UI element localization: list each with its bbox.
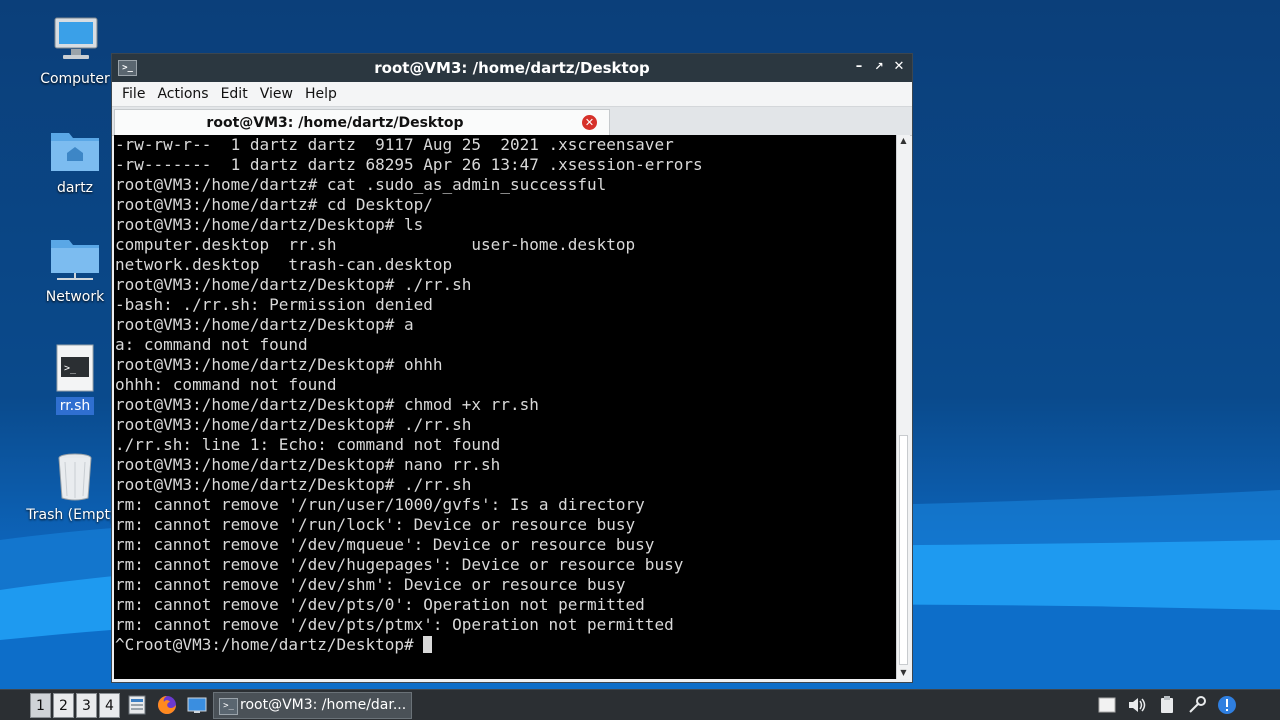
desktop-icon-label: dartz: [56, 180, 94, 196]
workspace-3[interactable]: 3: [76, 693, 97, 718]
workspace-1[interactable]: 1: [30, 693, 51, 718]
scroll-down-icon[interactable]: ▼: [897, 667, 910, 679]
firefox-icon[interactable]: [156, 694, 178, 716]
scroll-up-icon[interactable]: ▲: [897, 135, 910, 147]
volume-icon[interactable]: [1127, 695, 1147, 715]
maximize-button[interactable]: ↗: [870, 58, 888, 76]
terminal-line: rm: cannot remove '/run/user/1000/gvfs':…: [115, 495, 645, 514]
taskbar-task-terminal[interactable]: >_ root@VM3: /home/dar...: [213, 692, 412, 719]
clipboard-icon[interactable]: [1157, 695, 1177, 715]
close-button[interactable]: ✕: [890, 58, 908, 76]
window-title: root@VM3: /home/dartz/Desktop: [374, 59, 650, 77]
terminal-output[interactable]: -rw-rw-r-- 1 dartz dartz 9117 Aug 25 202…: [114, 135, 898, 679]
menu-help[interactable]: Help: [299, 86, 343, 102]
network-folder-icon: [47, 234, 103, 284]
menu-view[interactable]: View: [254, 86, 299, 102]
menu-actions[interactable]: Actions: [151, 86, 214, 102]
terminal-text: -rw-rw-r-- 1 dartz dartz 9117 Aug 25 202…: [114, 135, 898, 655]
desktop-icon-label: Computer: [40, 71, 110, 87]
terminal-line: rm: cannot remove '/dev/pts/0': Operatio…: [115, 595, 645, 614]
taskbar: 1 2 3 4 >_ root@VM3: /home/dar...: [0, 689, 1280, 720]
task-label: root@VM3: /home/dar...: [240, 697, 407, 713]
shell-script-icon: >_: [47, 343, 103, 393]
terminal-line: root@VM3:/home/dartz# cat .sudo_as_admin…: [115, 175, 607, 194]
terminal-line: rm: cannot remove '/run/lock': Device or…: [115, 515, 636, 534]
terminal-line: rm: cannot remove '/dev/shm': Device or …: [115, 575, 626, 594]
terminal-line: root@VM3:/home/dartz/Desktop# ./rr.sh: [115, 475, 472, 494]
terminal-line: root@VM3:/home/dartz/Desktop# chmod +x r…: [115, 395, 539, 414]
terminal-line: rm: cannot remove '/dev/pts/ptmx': Opera…: [115, 615, 674, 634]
minimize-button[interactable]: –: [850, 58, 868, 76]
terminal-line: ohhh: command not found: [115, 375, 337, 394]
network-status-icon[interactable]: [1187, 695, 1207, 715]
notes-icon[interactable]: [1097, 695, 1117, 715]
terminal-prompt-line: ^Croot@VM3:/home/dartz/Desktop#: [115, 635, 424, 654]
home-folder-icon: [47, 125, 103, 175]
window-titlebar[interactable]: >_ root@VM3: /home/dartz/Desktop – ↗ ✕: [112, 54, 912, 82]
terminal-line: root@VM3:/home/dartz/Desktop# ohhh: [115, 355, 443, 374]
terminal-line: -bash: ./rr.sh: Permission denied: [115, 295, 433, 314]
desktop-show-icon[interactable]: [186, 694, 208, 716]
terminal-line: -rw------- 1 dartz dartz 68295 Apr 26 13…: [115, 155, 703, 174]
terminal-line: root@VM3:/home/dartz/Desktop# nano rr.sh: [115, 455, 501, 474]
svg-text:>_: >_: [64, 363, 77, 374]
tab-close-icon[interactable]: ✕: [582, 115, 597, 130]
tab-label: root@VM3: /home/dartz/Desktop: [206, 115, 464, 131]
terminal-line: ./rr.sh: line 1: Echo: command not found: [115, 435, 501, 454]
vertical-scrollbar[interactable]: ▲ ▼: [896, 135, 910, 679]
trash-icon: [47, 452, 103, 502]
terminal-line: rm: cannot remove '/dev/hugepages': Devi…: [115, 555, 684, 574]
workspace-4[interactable]: 4: [99, 693, 120, 718]
desktop-icon-label: rr.sh: [55, 397, 95, 415]
workspace-2[interactable]: 2: [53, 693, 74, 718]
computer-icon: [47, 16, 103, 66]
terminal-line: network.desktop trash-can.desktop: [115, 255, 453, 274]
terminal-tab[interactable]: root@VM3: /home/dartz/Desktop ✕: [114, 109, 610, 135]
terminal-line: a: command not found: [115, 335, 308, 354]
terminal-line: rm: cannot remove '/dev/mqueue': Device …: [115, 535, 655, 554]
scroll-thumb[interactable]: [899, 435, 908, 665]
updates-info-icon[interactable]: [1217, 695, 1237, 715]
tab-bar: root@VM3: /home/dartz/Desktop ✕: [112, 107, 912, 136]
terminal-line: root@VM3:/home/dartz/Desktop# ./rr.sh: [115, 415, 472, 434]
terminal-line: root@VM3:/home/dartz/Desktop# ls: [115, 215, 424, 234]
terminal-cursor: [423, 636, 433, 653]
terminal-line: root@VM3:/home/dartz/Desktop# ./rr.sh: [115, 275, 472, 294]
terminal-line: computer.desktop rr.sh user-home.desktop: [115, 235, 636, 254]
terminal-line: -rw-rw-r-- 1 dartz dartz 9117 Aug 25 202…: [115, 135, 674, 154]
desktop-icon-label: Network: [45, 289, 105, 305]
terminal-window: >_ root@VM3: /home/dartz/Desktop – ↗ ✕ F…: [111, 53, 913, 683]
terminal-line: root@VM3:/home/dartz# cd Desktop/: [115, 195, 433, 214]
menu-edit[interactable]: Edit: [215, 86, 254, 102]
menu-bar: File Actions Edit View Help: [112, 82, 912, 107]
terminal-line: root@VM3:/home/dartz/Desktop# a: [115, 315, 414, 334]
terminal-icon: >_: [219, 698, 238, 715]
menu-file[interactable]: File: [116, 86, 151, 102]
file-manager-icon[interactable]: [126, 694, 148, 716]
